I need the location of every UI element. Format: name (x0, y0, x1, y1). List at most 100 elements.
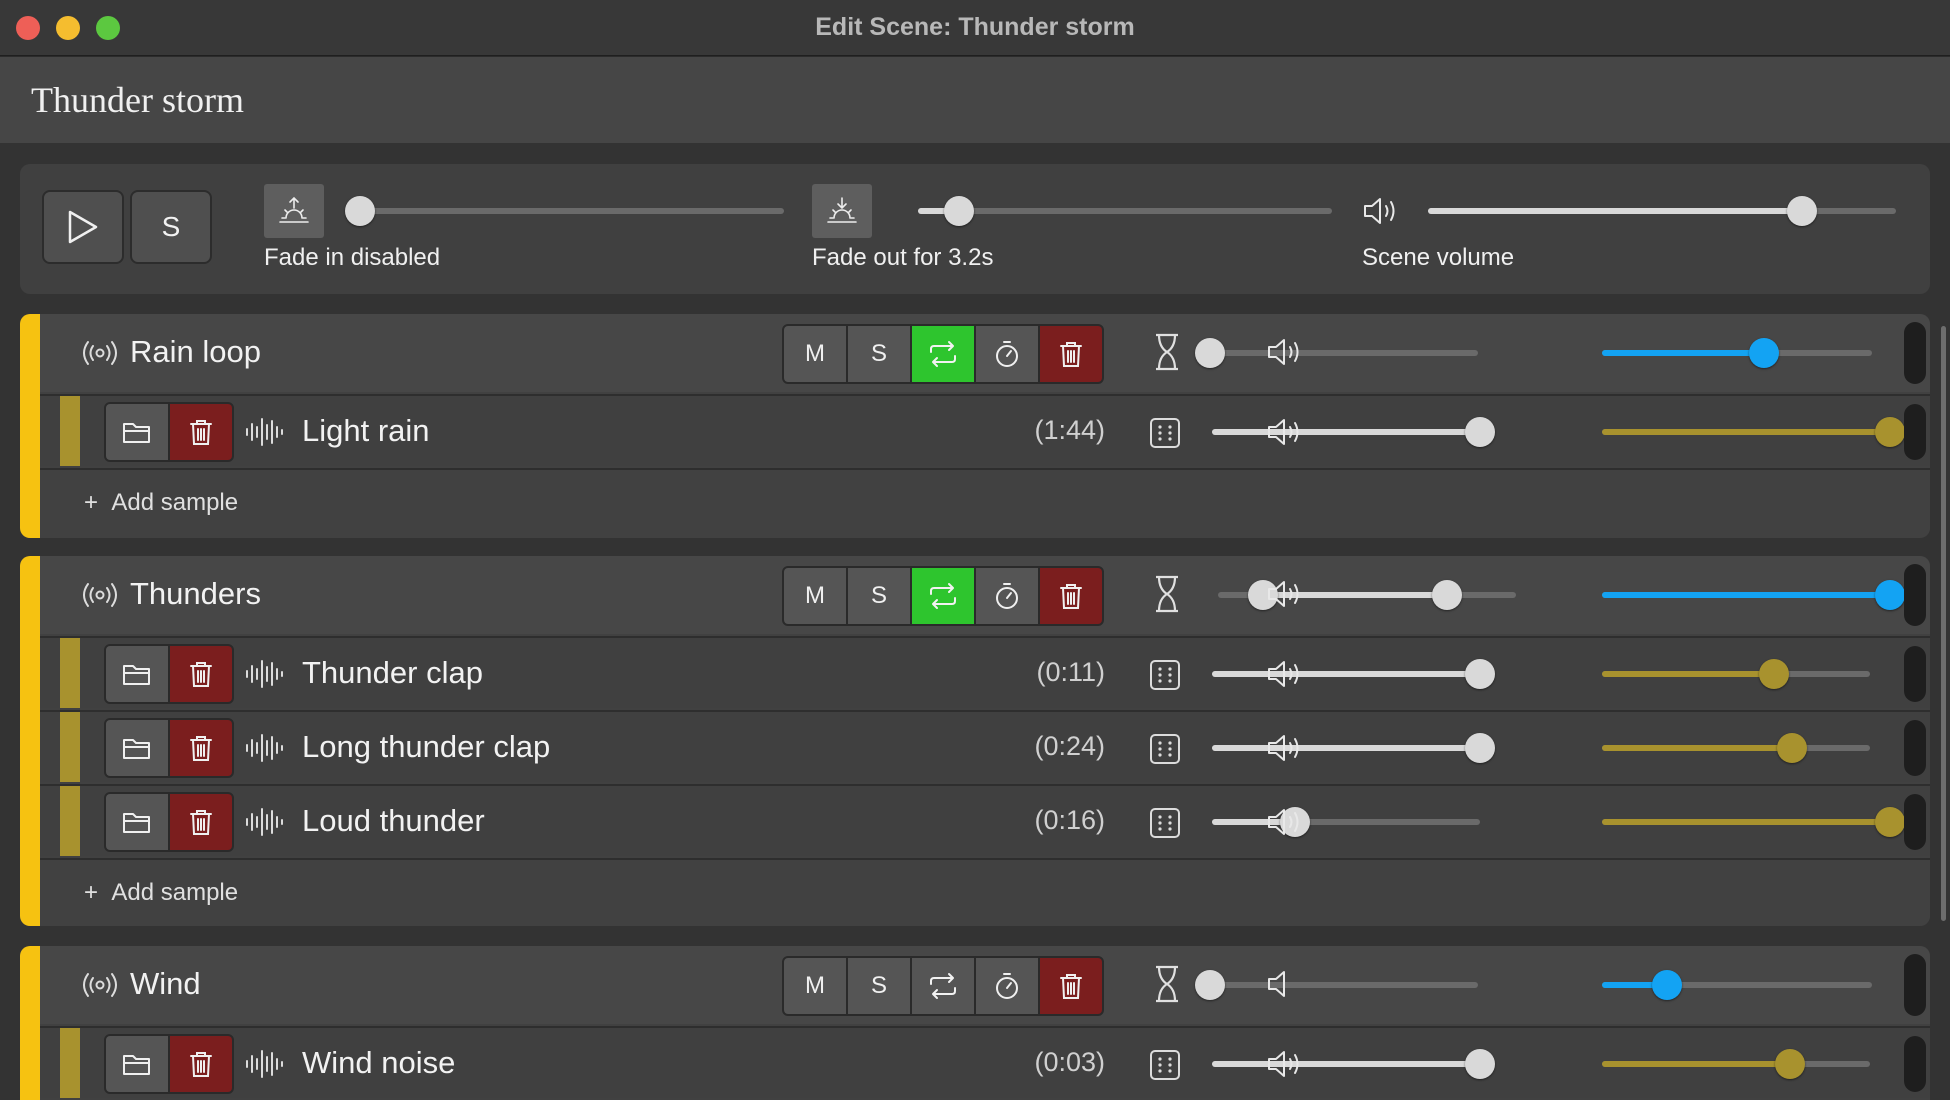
sample-resize-handle[interactable] (1904, 720, 1926, 776)
sample-probability-slider[interactable] (1212, 807, 1480, 837)
scene-name[interactable]: Thunder storm (31, 79, 244, 121)
add-sample-button[interactable]: + Add sample (84, 879, 238, 907)
delete-group-button[interactable] (1040, 326, 1102, 382)
sample-resize-handle[interactable] (1904, 794, 1926, 850)
slider-thumb[interactable] (1777, 733, 1808, 763)
delay-range-slider[interactable] (1218, 580, 1516, 610)
slider-thumb[interactable] (1774, 1049, 1805, 1079)
sample-resize-handle[interactable] (1904, 646, 1926, 702)
play-button[interactable] (42, 190, 124, 264)
mute-button[interactable]: M (784, 326, 846, 382)
broadcast-icon (83, 341, 117, 365)
open-file-button[interactable] (106, 1036, 168, 1092)
slider-thumb[interactable] (1875, 807, 1905, 837)
slider-thumb[interactable] (345, 196, 375, 226)
slider-track[interactable] (918, 208, 1332, 214)
delete-group-button[interactable] (1040, 568, 1102, 624)
slider-thumb[interactable] (1875, 580, 1905, 610)
mute-button[interactable]: M (784, 568, 846, 624)
slider-thumb[interactable] (1432, 580, 1463, 610)
add-sample-row[interactable]: + Add sample (40, 468, 1930, 536)
broadcast-icon (83, 583, 117, 607)
group-volume-slider[interactable] (1602, 970, 1872, 1000)
sample-name: Loud thunder (302, 803, 485, 838)
slider-track[interactable] (1210, 982, 1478, 988)
fade-in-icon[interactable] (264, 184, 324, 238)
slider-fill (1212, 745, 1480, 751)
speaker-icon (1268, 1051, 1299, 1077)
fade-in-slider[interactable] (345, 196, 784, 226)
slider-thumb[interactable] (1195, 338, 1225, 368)
sample-probability-slider[interactable] (1212, 659, 1495, 689)
delete-sample-button[interactable] (170, 794, 232, 850)
add-sample-row[interactable]: + Add sample (40, 858, 1930, 926)
scene-solo-button[interactable]: S (130, 190, 212, 264)
solo-button[interactable]: S (848, 958, 910, 1014)
group-volume-slider[interactable] (1602, 338, 1872, 368)
solo-label: S (870, 582, 887, 609)
solo-button[interactable]: S (848, 326, 910, 382)
sample-duration: (0:03) (1034, 1047, 1105, 1077)
timer-button[interactable] (976, 568, 1038, 624)
group-name[interactable]: Wind (130, 966, 201, 1002)
add-sample-button[interactable]: + Add sample (84, 489, 238, 517)
slider-thumb[interactable] (1195, 970, 1225, 1000)
slider-track[interactable] (360, 208, 784, 214)
slider-thumb[interactable] (1465, 659, 1495, 689)
open-file-button[interactable] (106, 794, 168, 850)
delete-sample-button[interactable] (170, 404, 232, 460)
sample-row: Loud thunder (0:16) (40, 784, 1930, 856)
fade-out-slider[interactable] (918, 196, 1332, 226)
solo-button[interactable]: S (848, 568, 910, 624)
open-file-button[interactable] (106, 720, 168, 776)
slider-thumb[interactable] (944, 196, 975, 226)
group-resize-handle[interactable] (1904, 322, 1926, 384)
fade-out-icon[interactable] (812, 184, 872, 238)
group-resize-handle[interactable] (1904, 564, 1926, 626)
mute-button[interactable]: M (784, 958, 846, 1014)
sample-volume-slider[interactable] (1602, 417, 1905, 447)
sample-resize-handle[interactable] (1904, 404, 1926, 460)
slider-track[interactable] (1210, 350, 1478, 356)
hourglass-icon (1156, 575, 1178, 613)
trash-icon (190, 420, 212, 445)
delete-sample-button[interactable] (170, 720, 232, 776)
sample-volume-slider[interactable] (1602, 1049, 1870, 1079)
delay-range-slider[interactable] (1195, 970, 1478, 1000)
open-file-button[interactable] (106, 404, 168, 460)
dice-icon (1150, 1050, 1180, 1080)
slider-thumb[interactable] (1787, 196, 1818, 226)
timer-button[interactable] (976, 326, 1038, 382)
loop-button[interactable] (912, 958, 974, 1014)
group-name[interactable]: Thunders (130, 576, 261, 612)
speaker-icon (1268, 809, 1299, 835)
mute-label: M (805, 340, 825, 367)
loop-button[interactable] (912, 326, 974, 382)
sample-resize-handle[interactable] (1904, 1036, 1926, 1092)
sample-probability-slider[interactable] (1212, 1049, 1495, 1079)
slider-thumb[interactable] (1465, 417, 1495, 447)
sample-volume-slider[interactable] (1602, 807, 1905, 837)
open-file-button[interactable] (106, 646, 168, 702)
delete-group-button[interactable] (1040, 958, 1102, 1014)
sample-probability-slider[interactable] (1212, 733, 1495, 763)
delete-sample-button[interactable] (170, 646, 232, 702)
group-volume-slider[interactable] (1602, 580, 1905, 610)
loop-button[interactable] (912, 568, 974, 624)
group-name[interactable]: Rain loop (130, 334, 261, 370)
slider-thumb[interactable] (1875, 417, 1905, 447)
group-resize-handle[interactable] (1904, 954, 1926, 1016)
slider-thumb[interactable] (1465, 1049, 1495, 1079)
slider-thumb[interactable] (1758, 659, 1789, 689)
sample-volume-slider[interactable] (1602, 659, 1870, 689)
slider-thumb[interactable] (1465, 733, 1495, 763)
scene-volume-slider[interactable] (1428, 196, 1896, 226)
slider-thumb[interactable] (1749, 338, 1779, 368)
timer-button[interactable] (976, 958, 1038, 1014)
slider-thumb[interactable] (1651, 970, 1682, 1000)
delete-sample-button[interactable] (170, 1036, 232, 1092)
sample-probability-slider[interactable] (1212, 417, 1495, 447)
delay-range-slider[interactable] (1195, 338, 1478, 368)
sample-volume-slider[interactable] (1602, 733, 1870, 763)
scrollbar[interactable] (1941, 326, 1946, 921)
